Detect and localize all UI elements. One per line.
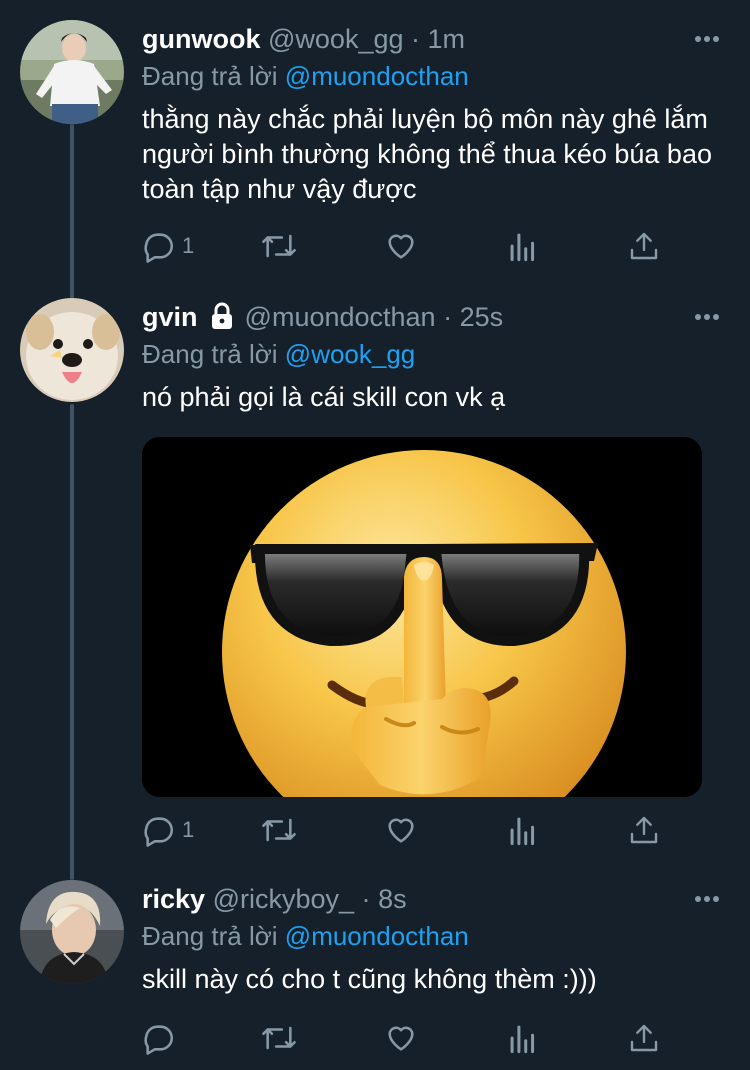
- tweet-text: thằng này chắc phải luyện bộ môn này ghê…: [142, 104, 712, 204]
- retweet-icon: [262, 234, 296, 258]
- tweet-text: skill này có cho t cũng không thèm :))): [142, 964, 597, 994]
- analytics-button[interactable]: [508, 812, 538, 848]
- replying-to: Đang trả lời @wook_gg: [142, 336, 730, 372]
- tweet-header: gunwook @wook_gg · 1m: [142, 20, 730, 58]
- tweet-actions: 1: [142, 812, 672, 848]
- analytics-button[interactable]: [508, 1020, 538, 1056]
- reply-button[interactable]: [142, 1020, 182, 1056]
- timestamp[interactable]: 8s: [378, 884, 407, 914]
- share-icon: [630, 816, 658, 844]
- avatar[interactable]: [20, 298, 124, 402]
- reply-icon: [144, 817, 173, 847]
- analytics-icon: [510, 233, 535, 262]
- like-button[interactable]: [384, 1020, 418, 1056]
- retweet-icon: [262, 818, 296, 842]
- reply-icon: [144, 233, 173, 263]
- tweet[interactable]: gunwook @wook_gg · 1m Đang trả lời @muon…: [0, 0, 750, 280]
- tweet-actions: 1: [142, 228, 672, 264]
- like-button[interactable]: [384, 812, 418, 848]
- more-icon[interactable]: [694, 34, 720, 44]
- tweet-actions: [142, 1020, 672, 1056]
- retweet-button[interactable]: [260, 228, 298, 264]
- like-button[interactable]: [384, 228, 418, 264]
- share-button[interactable]: [628, 228, 660, 264]
- display-name[interactable]: gvin: [142, 302, 198, 332]
- replying-to-label: Đang trả lời: [142, 921, 278, 951]
- avatar[interactable]: [20, 880, 124, 984]
- timestamp[interactable]: 25s: [460, 302, 504, 332]
- tweet[interactable]: ricky @rickyboy_ · 8s Đang trả lời @muon…: [0, 860, 750, 1070]
- tweet-text: nó phải gọi là cái skill con vk ạ: [142, 382, 506, 412]
- tweet-media-image[interactable]: [142, 437, 702, 797]
- replying-to-label: Đang trả lời: [142, 61, 278, 91]
- tweet-header: gvin @muondocthan · 25s: [142, 298, 730, 336]
- handle[interactable]: @muondocthan: [245, 302, 436, 332]
- like-icon: [388, 234, 414, 259]
- timestamp[interactable]: 1m: [428, 24, 466, 54]
- reply-mention-link[interactable]: @muondocthan: [285, 921, 469, 951]
- more-icon[interactable]: [694, 894, 720, 904]
- share-icon: [630, 1024, 658, 1052]
- analytics-icon: [510, 1025, 535, 1054]
- tweet[interactable]: gvin @muondocthan · 25s Đang trả lời @wo…: [0, 280, 750, 860]
- share-button[interactable]: [628, 1020, 660, 1056]
- lock-icon: [212, 302, 233, 329]
- reply-mention-link[interactable]: @muondocthan: [285, 61, 469, 91]
- like-icon: [388, 1026, 414, 1051]
- analytics-button[interactable]: [508, 228, 538, 264]
- replying-to: Đang trả lời @muondocthan: [142, 918, 730, 954]
- reply-count: 1: [182, 233, 195, 258]
- separator-dot: ·: [361, 884, 371, 914]
- handle[interactable]: @wook_gg: [268, 24, 404, 54]
- avatar[interactable]: [20, 20, 124, 124]
- retweet-button[interactable]: [260, 1020, 298, 1056]
- retweet-button[interactable]: [260, 812, 298, 848]
- display-name[interactable]: gunwook: [142, 24, 260, 54]
- reply-button[interactable]: 1: [142, 228, 194, 264]
- reply-button[interactable]: 1: [142, 812, 194, 848]
- retweet-icon: [262, 1026, 296, 1050]
- like-icon: [388, 818, 414, 843]
- reply-icon: [144, 1025, 173, 1055]
- reply-mention-link[interactable]: @wook_gg: [285, 339, 415, 369]
- analytics-icon: [510, 817, 535, 846]
- tweet-header: ricky @rickyboy_ · 8s: [142, 880, 730, 918]
- more-icon[interactable]: [694, 312, 720, 322]
- separator-dot: ·: [443, 302, 453, 332]
- tweet-thread: gunwook @wook_gg · 1m Đang trả lời @muon…: [0, 0, 750, 1070]
- separator-dot: ·: [411, 24, 421, 54]
- replying-to: Đang trả lời @muondocthan: [142, 58, 730, 94]
- reply-count: 1: [182, 817, 195, 842]
- handle[interactable]: @rickyboy_: [213, 884, 354, 914]
- replying-to-label: Đang trả lời: [142, 339, 278, 369]
- display-name[interactable]: ricky: [142, 884, 205, 914]
- share-button[interactable]: [628, 812, 660, 848]
- share-icon: [630, 232, 658, 260]
